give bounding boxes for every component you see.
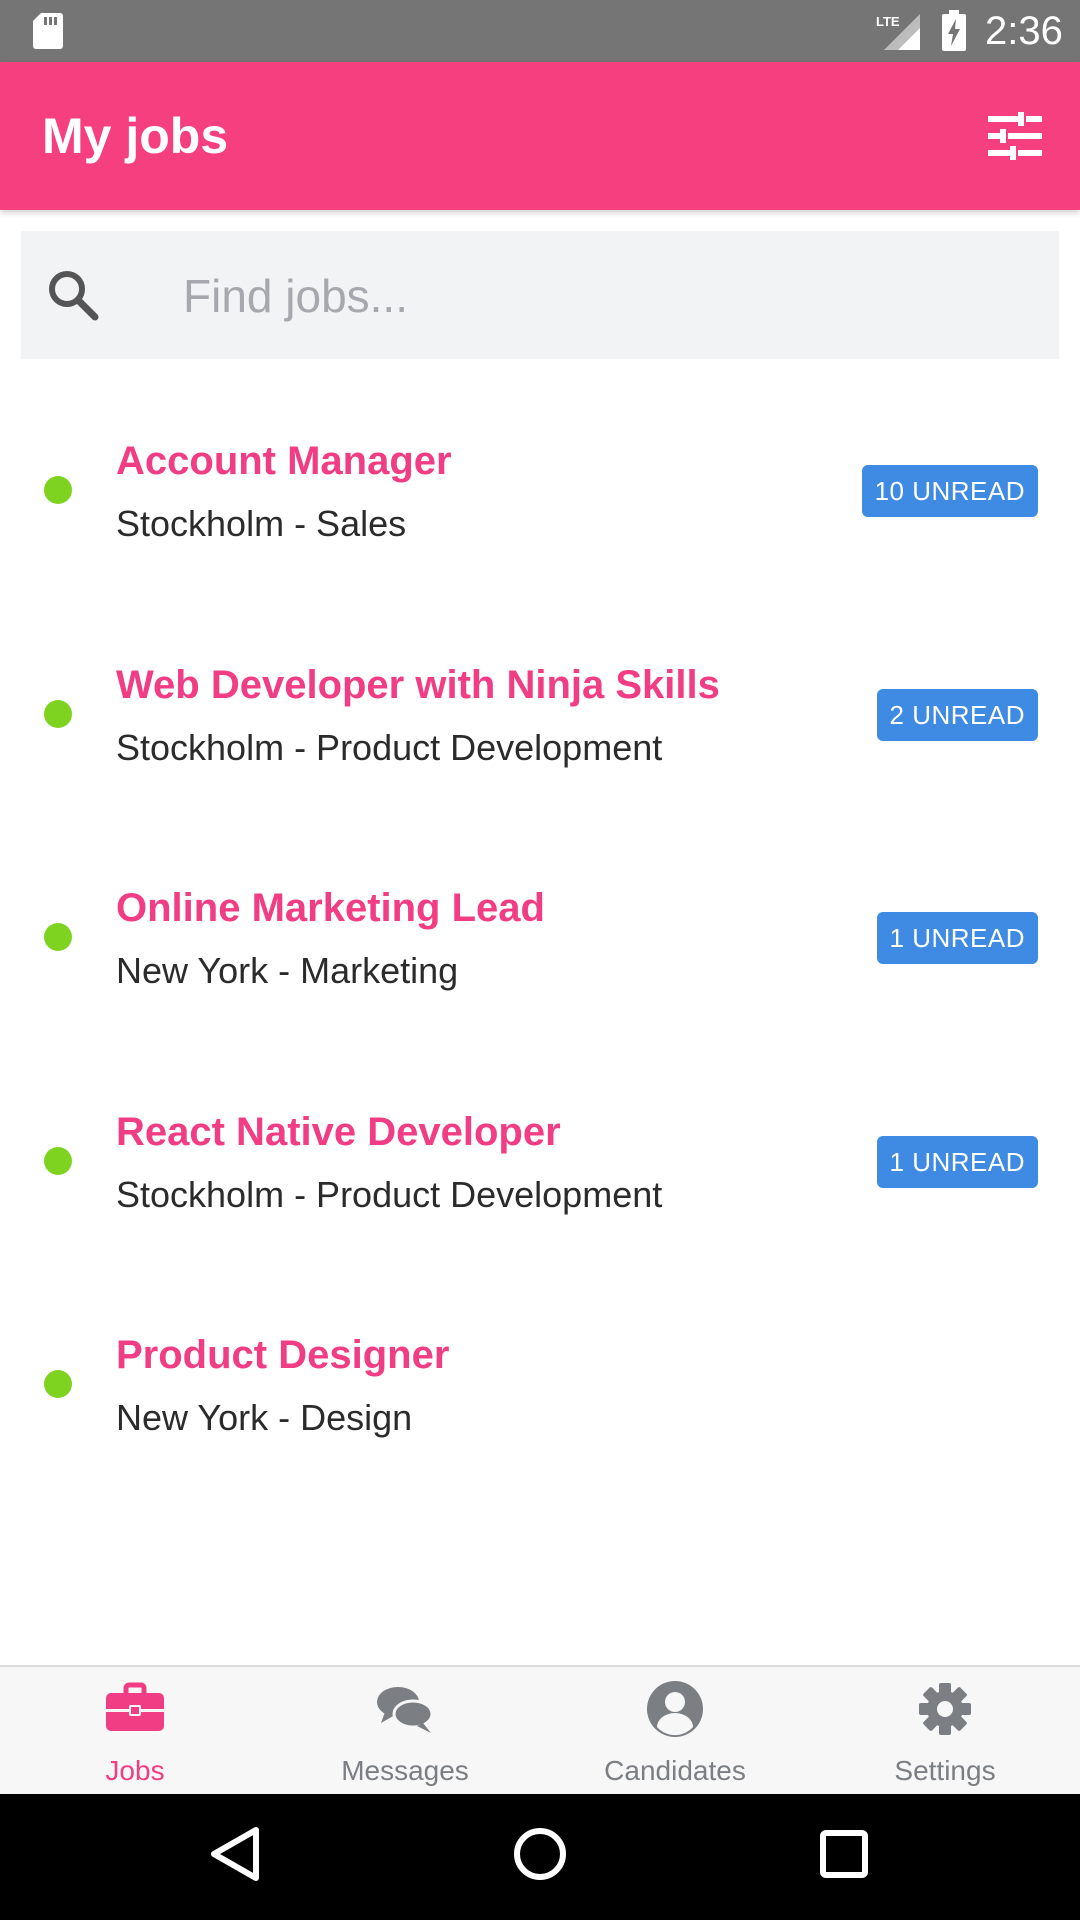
bottom-navigation: Jobs Messages Candidates Settings [0, 1665, 1080, 1796]
list-item[interactable]: React Native Developer Stockholm - Produ… [0, 1051, 1080, 1275]
search-icon [47, 269, 99, 326]
list-item[interactable]: Product Designer New York - Design [0, 1274, 1080, 1498]
list-item[interactable]: Account Manager Stockholm - Sales 10 UNR… [0, 380, 1080, 604]
signal-icon: LTE [876, 12, 922, 57]
unread-badge: 1 UNREAD [876, 1135, 1038, 1188]
sd-card-icon [32, 12, 64, 55]
status-dot [44, 1370, 72, 1398]
chat-bubbles-icon [375, 1679, 435, 1744]
search-bar [21, 231, 1059, 359]
status-dot [44, 923, 72, 951]
sliders-icon[interactable] [988, 112, 1042, 165]
list-item[interactable]: Web Developer with Ninja Skills Stockhol… [0, 604, 1080, 828]
status-dot [44, 476, 72, 504]
job-title: React Native Developer [116, 1109, 561, 1154]
tab-label: Messages [341, 1755, 469, 1786]
unread-badge: 2 UNREAD [876, 688, 1038, 741]
status-dot [44, 699, 72, 728]
tab-label: Jobs [105, 1755, 165, 1786]
app-bar: My jobs [0, 62, 1080, 210]
search-input[interactable] [181, 259, 1025, 333]
recents-icon[interactable] [818, 1824, 870, 1889]
briefcase-icon [105, 1679, 165, 1744]
page-title: My jobs [42, 108, 229, 164]
tab-label: Candidates [604, 1755, 746, 1786]
status-dot [44, 1146, 72, 1175]
job-location-department: Stockholm - Sales [116, 503, 407, 544]
tab-candidates[interactable]: Candidates [540, 1667, 810, 1796]
unread-badge: 10 UNREAD [861, 465, 1038, 517]
job-location-department: Stockholm - Product Development [116, 726, 663, 768]
home-icon[interactable] [510, 1824, 570, 1889]
job-title: Web Developer with Ninja Skills [116, 662, 720, 707]
battery-charging-icon [940, 10, 968, 57]
tab-label: Settings [894, 1755, 996, 1786]
job-list: Account Manager Stockholm - Sales 10 UNR… [0, 380, 1080, 1498]
job-title: Product Designer [116, 1333, 450, 1377]
user-circle-icon [645, 1679, 705, 1744]
job-location-department: New York - Design [116, 1397, 413, 1438]
back-icon[interactable] [208, 1824, 264, 1889]
job-location-department: Stockholm - Product Development [116, 1173, 663, 1215]
tab-settings[interactable]: Settings [810, 1667, 1080, 1796]
network-type-label: LTE [876, 14, 900, 29]
gear-icon [915, 1679, 975, 1744]
unread-badge: 1 UNREAD [876, 912, 1038, 964]
status-bar-time: 2:36 [985, 9, 1063, 53]
status-bar: LTE 2:36 [0, 0, 1080, 62]
list-item[interactable]: Online Marketing Lead New York - Marketi… [0, 827, 1080, 1051]
job-title: Account Manager [116, 439, 452, 483]
job-location-department: New York - Marketing [116, 950, 459, 991]
system-navigation-bar [0, 1794, 1080, 1920]
job-title: Online Marketing Lead [116, 886, 545, 930]
tab-messages[interactable]: Messages [270, 1667, 540, 1796]
tab-jobs[interactable]: Jobs [0, 1667, 270, 1796]
